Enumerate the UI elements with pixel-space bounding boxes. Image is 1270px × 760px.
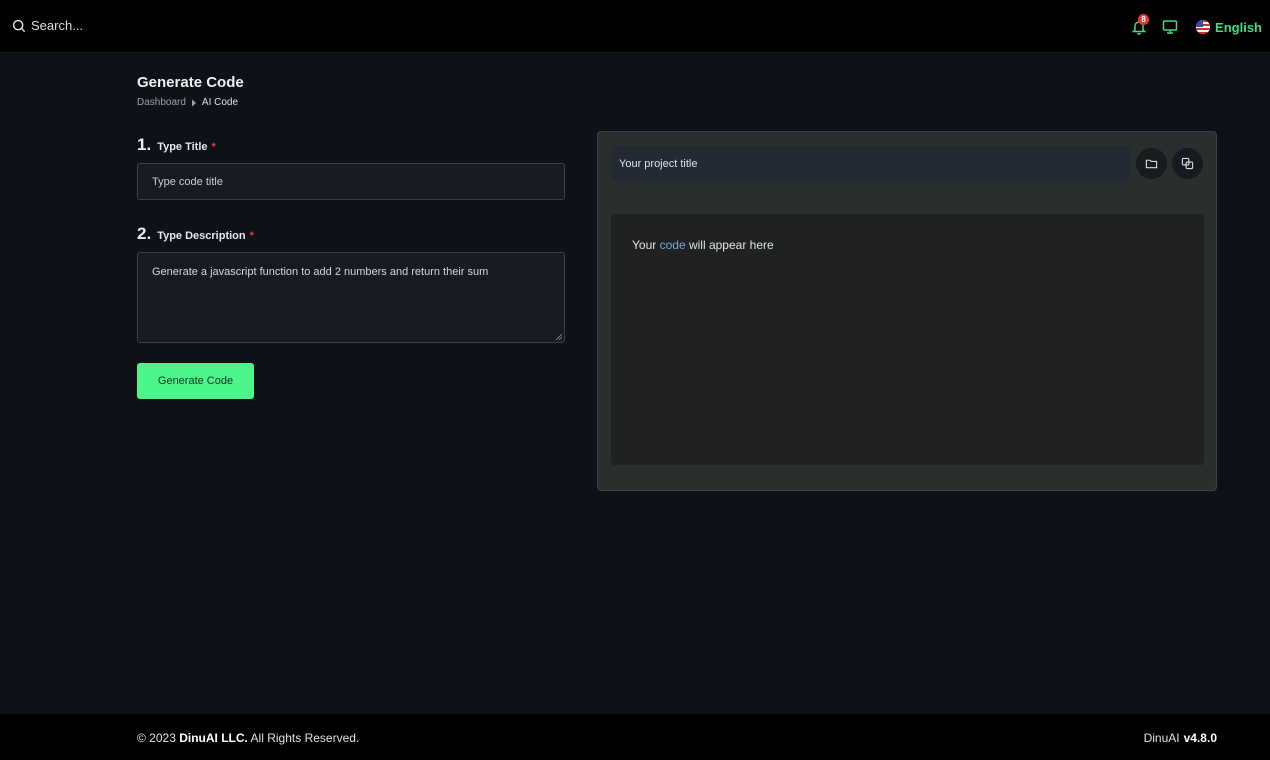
code-preview-panel: Your project title Your code will appear… bbox=[597, 131, 1217, 491]
monitor-icon[interactable] bbox=[1162, 19, 1178, 35]
breadcrumb: Dashboard AI Code bbox=[137, 97, 238, 108]
description-value: Generate a javascript function to add 2 … bbox=[152, 266, 489, 278]
step-title-heading: 1. Type Title * bbox=[137, 135, 216, 155]
project-title-field[interactable]: Your project title bbox=[612, 146, 1130, 181]
step-label: Type Title * bbox=[157, 141, 216, 153]
copy-icon bbox=[1181, 157, 1194, 170]
top-navbar: Search... 8 English bbox=[0, 0, 1270, 53]
product-name: DinuAI bbox=[1143, 731, 1180, 745]
code-title-input[interactable]: Type code title bbox=[137, 163, 565, 200]
version-number: v4.8.0 bbox=[1183, 731, 1217, 745]
breadcrumb-current: AI Code bbox=[201, 97, 239, 108]
copy-button[interactable] bbox=[1172, 148, 1203, 179]
language-label: English bbox=[1215, 19, 1262, 35]
save-folder-button[interactable] bbox=[1136, 148, 1167, 179]
folder-icon bbox=[1145, 159, 1158, 169]
breadcrumb-dashboard[interactable]: Dashboard bbox=[137, 97, 186, 108]
step-label: Type Description * bbox=[157, 230, 254, 242]
copyright-text: © 2023 DinuAI LLC. All Rights Reserved. bbox=[137, 731, 360, 745]
company-name: DinuAI LLC. bbox=[179, 731, 248, 745]
version-info: DinuAI v4.8.0 bbox=[1144, 731, 1217, 745]
generate-code-button[interactable]: Generate Code bbox=[137, 363, 254, 399]
notifications-button[interactable]: 8 bbox=[1130, 14, 1150, 37]
step-number: 1. bbox=[137, 135, 152, 154]
step-number: 2. bbox=[137, 224, 152, 243]
code-title-placeholder: Type code title bbox=[152, 175, 223, 188]
search-box[interactable]: Search... bbox=[12, 18, 83, 33]
us-flag-icon bbox=[1196, 20, 1211, 34]
search-icon bbox=[12, 19, 26, 32]
project-title-placeholder: Your project title bbox=[619, 157, 698, 170]
step-description-heading: 2. Type Description * bbox=[137, 224, 254, 244]
notification-badge: 8 bbox=[1138, 14, 1150, 25]
code-output-area: Your code will appear here bbox=[611, 214, 1204, 465]
code-highlight: code bbox=[659, 238, 686, 252]
required-mark: * bbox=[211, 141, 216, 153]
language-selector[interactable]: English bbox=[1196, 20, 1262, 35]
page-title: Generate Code bbox=[137, 74, 244, 91]
description-textarea[interactable]: Generate a javascript function to add 2 … bbox=[137, 252, 565, 343]
resize-handle-icon[interactable] bbox=[556, 334, 562, 340]
search-placeholder: Search... bbox=[31, 18, 84, 33]
caret-right-icon bbox=[191, 99, 196, 106]
required-mark: * bbox=[249, 230, 254, 242]
footer: © 2023 DinuAI LLC. All Rights Reserved. … bbox=[0, 714, 1270, 760]
